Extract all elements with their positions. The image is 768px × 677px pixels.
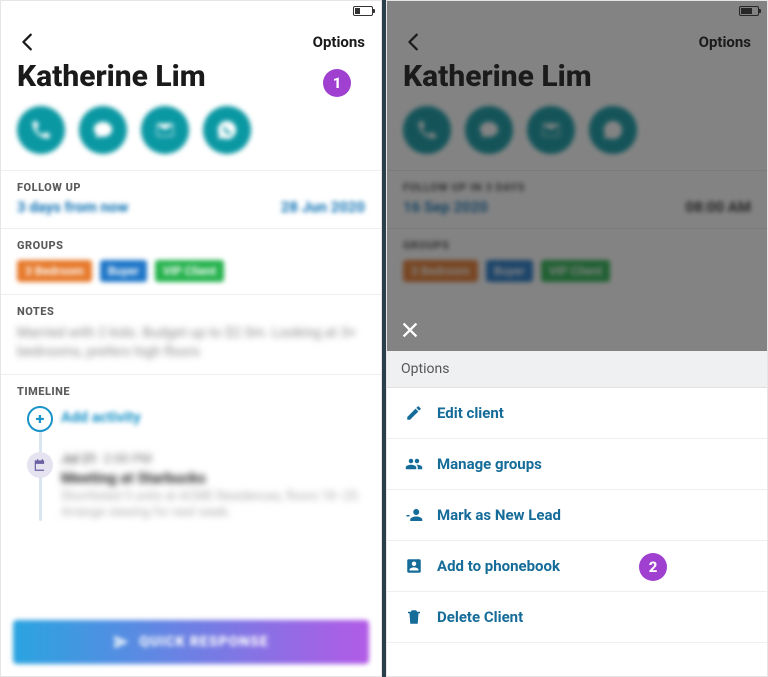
right-pane: Options Katherine Lim FOLLOW UP IN 3 DAY… — [386, 0, 768, 677]
back-icon[interactable] — [17, 31, 39, 53]
send-icon — [113, 634, 129, 650]
followup-label: FOLLOW UP — [17, 181, 365, 194]
group-chip[interactable]: 3 Bedroom — [17, 260, 92, 282]
sheet-item-label: Mark as New Lead — [437, 506, 561, 524]
add-activity-icon[interactable]: + — [27, 406, 53, 432]
call-button[interactable] — [17, 106, 65, 154]
pencil-icon — [405, 404, 423, 422]
battery-icon — [353, 6, 373, 16]
timeline-label: TIMELINE — [17, 385, 365, 398]
timeline-section: TIMELINE + Add activity Jul 21 2:00 PM Me… — [1, 374, 381, 592]
groups-section: GROUPS 3 Bedroom Buyer VIP Client — [1, 228, 381, 294]
group-chip[interactable]: Buyer — [100, 260, 147, 282]
groups-icon — [405, 455, 423, 473]
trash-icon — [405, 608, 423, 626]
sheet-item-label: Edit client — [437, 404, 504, 422]
delete-client-item[interactable]: Delete Client — [387, 592, 767, 643]
timeline-title: Meeting at Starbucks — [61, 469, 365, 487]
add-activity-link[interactable]: Add activity — [61, 408, 365, 426]
person-minus-icon — [405, 506, 423, 524]
action-row — [1, 106, 381, 170]
timeline-desc: Shortlisted 5 units at ACME Residences, … — [61, 489, 365, 522]
notes-label: NOTES — [17, 305, 365, 318]
notes-section: NOTES Married with 2 kids. Budget up to … — [1, 294, 381, 374]
top-bar: Options — [1, 21, 381, 59]
email-button[interactable] — [141, 106, 189, 154]
quick-response-label: QUICK RESPONSE — [139, 634, 268, 650]
timeline-time: 2:00 PM — [103, 452, 152, 467]
followup-date: 28 Jun 2020 — [281, 198, 365, 216]
quick-response-button[interactable]: QUICK RESPONSE — [13, 620, 369, 664]
sheet-item-label: Manage groups — [437, 455, 542, 473]
sheet-item-label: Add to phonebook — [437, 557, 560, 575]
followup-section: FOLLOW UP 3 days from now 28 Jun 2020 — [1, 170, 381, 228]
followup-time[interactable]: 3 days from now — [17, 198, 128, 216]
status-bar — [1, 1, 381, 21]
group-chip[interactable]: VIP Client — [155, 260, 224, 282]
edit-client-item[interactable]: Edit client — [387, 388, 767, 439]
close-icon[interactable] — [399, 319, 421, 345]
manage-groups-item[interactable]: Manage groups — [387, 439, 767, 490]
left-pane: Options 1 Katherine Lim FOLLOW UP 3 days… — [0, 0, 382, 677]
step-marker-1: 1 — [323, 69, 351, 97]
add-phonebook-item[interactable]: Add to phonebook 2 — [387, 541, 767, 592]
groups-label: GROUPS — [17, 239, 365, 252]
options-link[interactable]: Options — [313, 33, 365, 51]
whatsapp-button[interactable] — [203, 106, 251, 154]
options-sheet: Options Edit client Manage groups Mark a… — [387, 351, 767, 676]
timeline-date: Jul 21 — [61, 452, 97, 467]
step-marker-2: 2 — [639, 553, 667, 581]
contact-icon — [405, 557, 423, 575]
notes-text: Married with 2 kids. Budget up to $2.5m.… — [17, 324, 365, 362]
calendar-icon — [27, 452, 53, 478]
message-button[interactable] — [79, 106, 127, 154]
sheet-item-label: Delete Client — [437, 608, 523, 626]
sheet-header: Options — [387, 351, 767, 388]
timeline-item[interactable]: Jul 21 2:00 PM Meeting at Starbucks Short… — [61, 452, 365, 522]
mark-new-lead-item[interactable]: Mark as New Lead — [387, 490, 767, 541]
